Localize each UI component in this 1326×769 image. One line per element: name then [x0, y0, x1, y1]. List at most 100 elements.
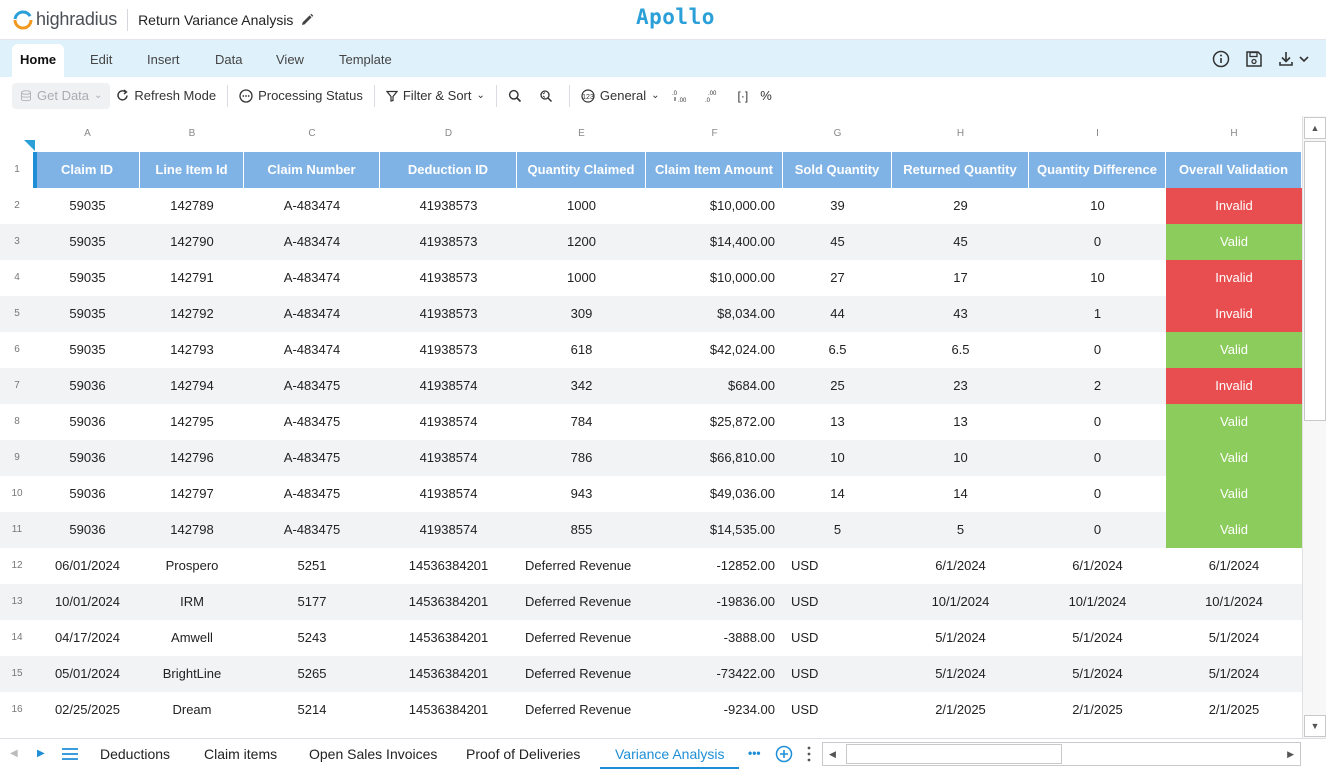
row-number[interactable]: 3 [0, 224, 34, 260]
cell-returned-quantity[interactable]: 5 [892, 512, 1029, 548]
cell-quantity-claimed[interactable]: 1000 [517, 188, 646, 224]
column-letter-header[interactable]: B [140, 116, 244, 152]
document-title[interactable]: Return Variance Analysis [138, 12, 293, 28]
cell-claim-number[interactable]: A-483474 [244, 296, 380, 332]
row-number[interactable]: 6 [0, 332, 34, 368]
cell-line-item-id[interactable]: 142797 [140, 476, 244, 512]
select-all-corner[interactable] [24, 140, 35, 151]
cell-claim-number[interactable]: A-483475 [244, 440, 380, 476]
horizontal-scroll-thumb[interactable] [846, 744, 1062, 764]
cell-claim-number[interactable]: A-483475 [244, 512, 380, 548]
cell-deduction-id[interactable]: 41938573 [380, 260, 517, 296]
cell-sold-quantity[interactable]: 10 [783, 440, 892, 476]
cell-line-item-id[interactable]: 142789 [140, 188, 244, 224]
cell-claim-number[interactable]: A-483475 [244, 476, 380, 512]
column-letter-header[interactable]: H [1166, 116, 1302, 152]
cell-line-item-id[interactable]: 142791 [140, 260, 244, 296]
cell-quantity-claimed[interactable]: 1200 [517, 224, 646, 260]
cell-claim-item-amount[interactable]: $42,024.00 [646, 332, 783, 368]
cell-claim-item-amount[interactable]: -12852.00 [646, 548, 783, 584]
increase-decimal-button[interactable]: .00.0 [699, 83, 732, 109]
cell-claim-id[interactable]: 59036 [35, 404, 140, 440]
vertical-scroll-thumb[interactable] [1304, 141, 1326, 421]
cell-sold-quantity[interactable]: USD [783, 548, 892, 584]
cell-claim-item-amount[interactable]: $10,000.00 [646, 188, 783, 224]
cell-claim-number[interactable]: A-483474 [244, 224, 380, 260]
validation-status-cell[interactable]: Valid [1166, 404, 1302, 440]
cell-quantity-claimed[interactable]: Deferred Revenue [517, 692, 646, 728]
column-header-overall-validation[interactable]: Overall Validation [1166, 152, 1302, 188]
row-number[interactable]: 15 [0, 656, 34, 692]
search-button[interactable] [502, 83, 533, 109]
percent-format-button[interactable]: % [754, 83, 778, 109]
column-letter-header[interactable]: E [517, 116, 646, 152]
cell-deduction-id[interactable]: 41938573 [380, 188, 517, 224]
cell-line-item-id[interactable]: Dream [140, 692, 244, 728]
cell-line-item-id[interactable]: 142790 [140, 224, 244, 260]
cell-claim-id[interactable]: 59036 [35, 368, 140, 404]
cell-claim-id[interactable]: 59035 [35, 188, 140, 224]
validation-status-cell[interactable]: Valid [1166, 476, 1302, 512]
cell-claim-id[interactable]: 10/01/2024 [35, 584, 140, 620]
cell-deduction-id[interactable]: 14536384201 [380, 548, 517, 584]
cell-quantity-claimed[interactable]: Deferred Revenue [517, 548, 646, 584]
sheet-tab-deductions[interactable]: Deductions [100, 739, 170, 769]
sheet-options-icon[interactable] [806, 746, 812, 762]
cell-quantity-claimed[interactable]: 786 [517, 440, 646, 476]
find-replace-button[interactable] [533, 83, 564, 109]
cell-claim-item-amount[interactable]: -9234.00 [646, 692, 783, 728]
column-header-claim-item-amount[interactable]: Claim Item Amount [646, 152, 783, 188]
column-header-returned-quantity[interactable]: Returned Quantity [892, 152, 1029, 188]
row-number[interactable]: 7 [0, 368, 34, 404]
cell-line-item-id[interactable]: 142798 [140, 512, 244, 548]
scroll-left-button[interactable]: ◀ [829, 743, 836, 765]
cell-quantity-difference[interactable]: 0 [1029, 476, 1166, 512]
cell-quantity-difference[interactable]: 0 [1029, 404, 1166, 440]
column-letter-header[interactable]: H [892, 116, 1029, 152]
cell-returned-quantity[interactable]: 2/1/2025 [892, 692, 1029, 728]
cell-sold-quantity[interactable]: USD [783, 620, 892, 656]
cell-claim-number[interactable]: A-483474 [244, 260, 380, 296]
tab-data[interactable]: Data [207, 44, 250, 77]
row-number[interactable]: 11 [0, 512, 34, 548]
cell-claim-item-amount[interactable]: $8,034.00 [646, 296, 783, 332]
cell-claim-number[interactable]: 5265 [244, 656, 380, 692]
row-number[interactable]: 1 [0, 152, 34, 188]
cell-overall-validation[interactable]: 5/1/2024 [1166, 620, 1302, 656]
bracket-format-button[interactable]: [·] [732, 83, 755, 109]
row-number[interactable]: 12 [0, 548, 34, 584]
sheet-tab-claim-items[interactable]: Claim items [204, 739, 277, 769]
cell-claim-number[interactable]: A-483475 [244, 368, 380, 404]
cell-line-item-id[interactable]: 142793 [140, 332, 244, 368]
cell-line-item-id[interactable]: 142792 [140, 296, 244, 332]
scroll-up-button[interactable]: ▲ [1304, 117, 1326, 139]
pencil-icon[interactable] [300, 13, 314, 27]
cell-sold-quantity[interactable]: 13 [783, 404, 892, 440]
cell-sold-quantity[interactable]: 6.5 [783, 332, 892, 368]
cell-quantity-difference[interactable]: 5/1/2024 [1029, 656, 1166, 692]
next-sheet-icon[interactable]: ▶ [37, 739, 45, 769]
row-number[interactable]: 4 [0, 260, 34, 296]
cell-deduction-id[interactable]: 41938573 [380, 332, 517, 368]
cell-returned-quantity[interactable]: 23 [892, 368, 1029, 404]
column-header-deduction-id[interactable]: Deduction ID [380, 152, 517, 188]
column-letter-header[interactable]: G [783, 116, 892, 152]
cell-claim-number[interactable]: A-483474 [244, 332, 380, 368]
cell-returned-quantity[interactable]: 10 [892, 440, 1029, 476]
cell-sold-quantity[interactable]: USD [783, 584, 892, 620]
save-icon[interactable] [1244, 49, 1264, 69]
row-number[interactable]: 16 [0, 692, 34, 728]
cell-quantity-difference[interactable]: 10/1/2024 [1029, 584, 1166, 620]
row-number[interactable]: 8 [0, 404, 34, 440]
cell-claim-item-amount[interactable]: $10,000.00 [646, 260, 783, 296]
cell-claim-id[interactable]: 04/17/2024 [35, 620, 140, 656]
refresh-mode-button[interactable]: Refresh Mode [110, 83, 222, 109]
cell-quantity-difference[interactable]: 10 [1029, 260, 1166, 296]
column-header-line-item-id[interactable]: Line Item Id [140, 152, 244, 188]
tab-edit[interactable]: Edit [82, 44, 120, 77]
row-number[interactable]: 10 [0, 476, 34, 512]
cell-claim-number[interactable]: 5243 [244, 620, 380, 656]
cell-overall-validation[interactable]: 10/1/2024 [1166, 584, 1302, 620]
cell-overall-validation[interactable]: 2/1/2025 [1166, 692, 1302, 728]
cell-overall-validation[interactable]: 5/1/2024 [1166, 656, 1302, 692]
